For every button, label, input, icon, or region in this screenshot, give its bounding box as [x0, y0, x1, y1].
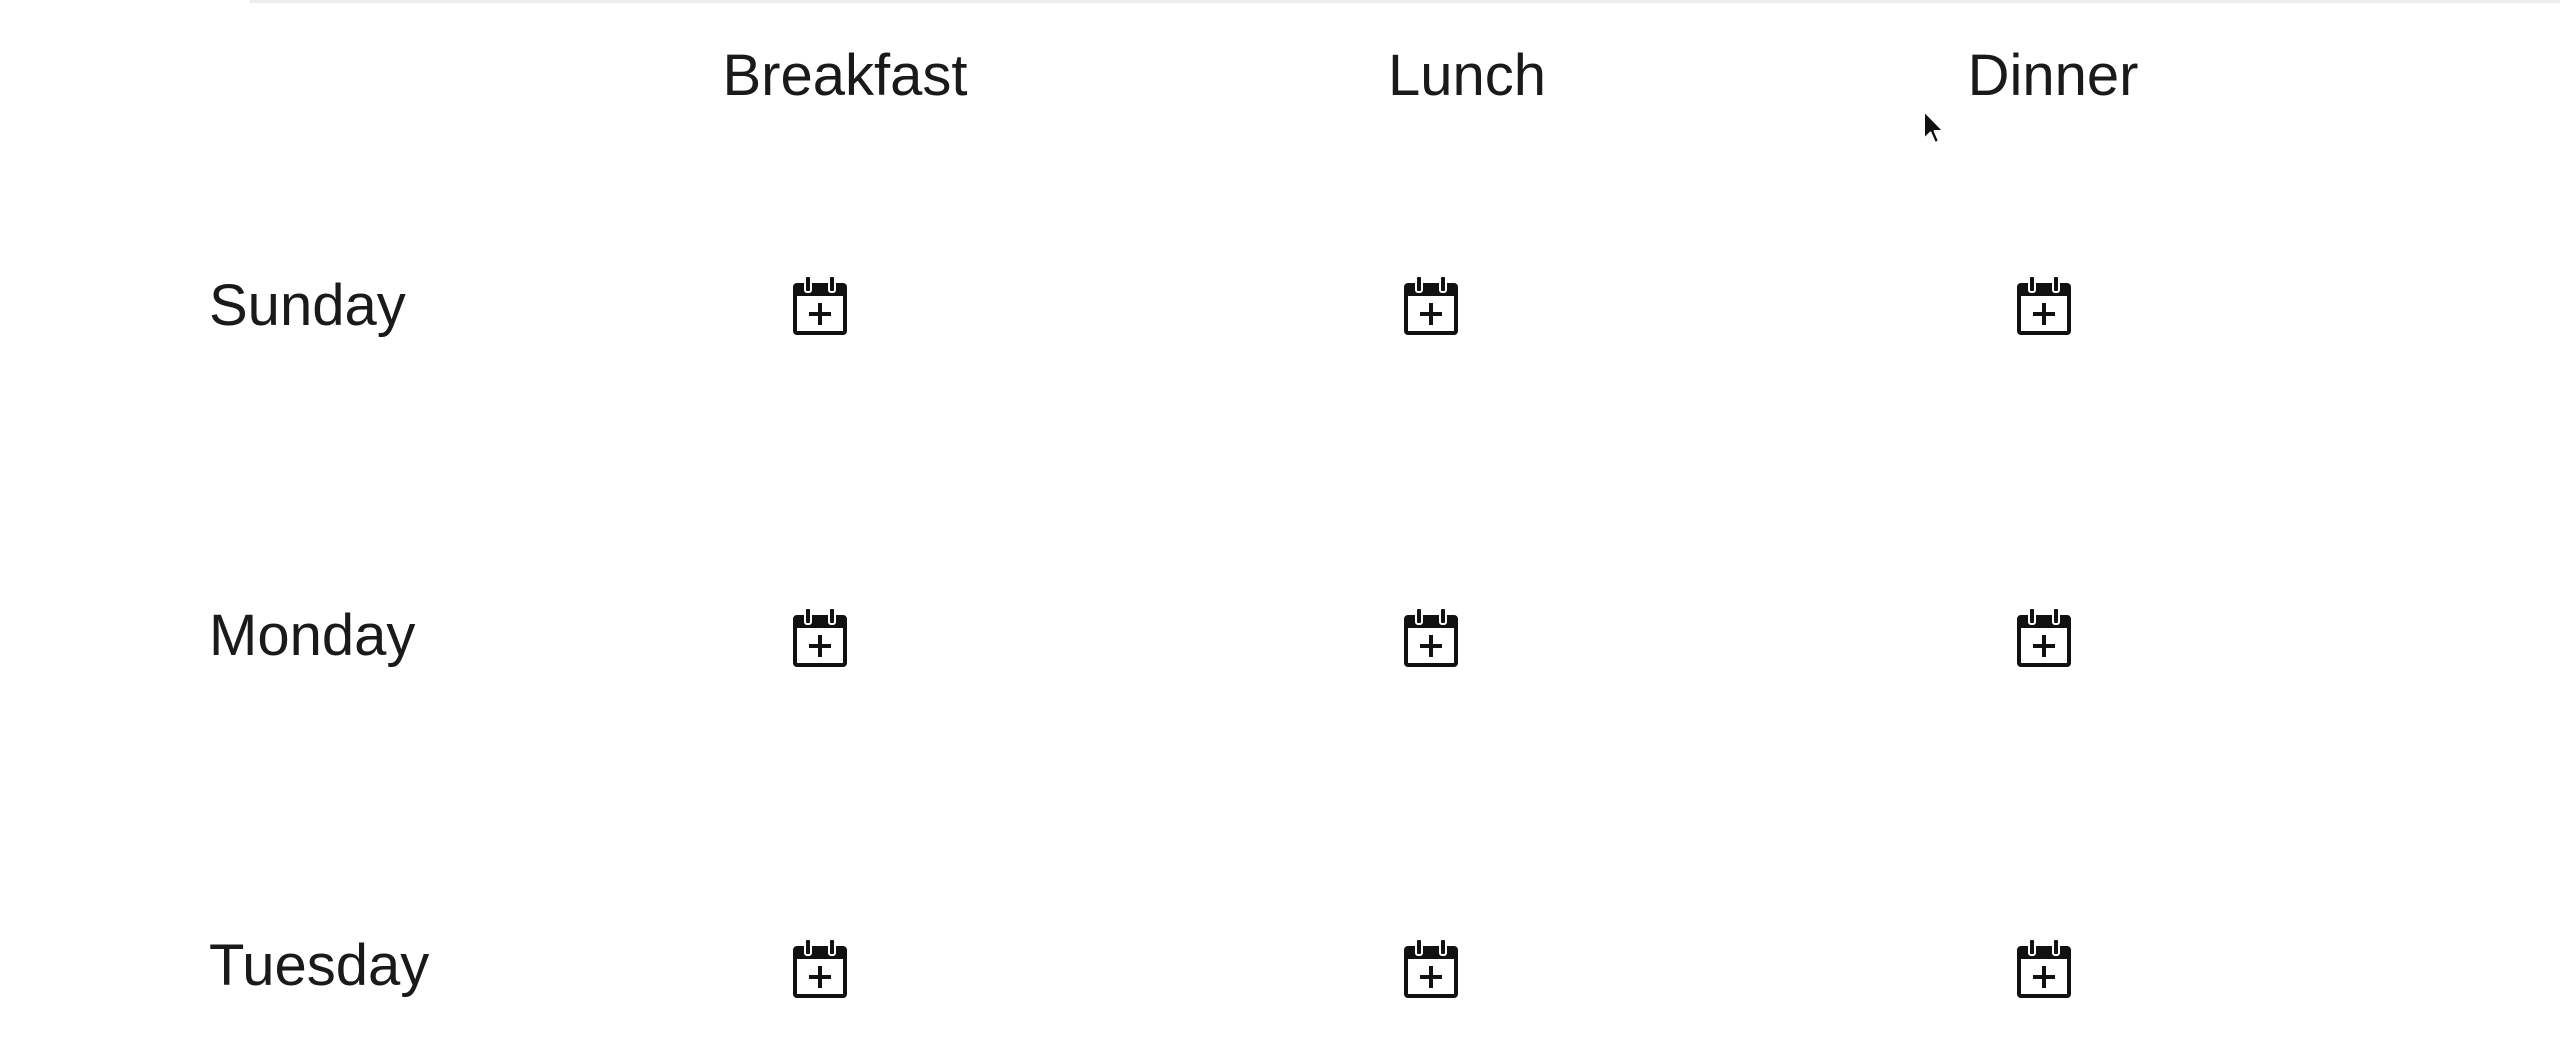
add-sunday-breakfast-button[interactable] — [790, 274, 850, 338]
header-lunch: Lunch — [1387, 43, 1547, 108]
day-sunday: Sunday — [209, 273, 406, 338]
calendar-plus-icon — [1404, 607, 1458, 667]
meal-planner: Breakfast Lunch Dinner Sunday Monday Tue… — [0, 0, 2560, 1038]
calendar-plus-icon — [1404, 938, 1458, 998]
add-tuesday-dinner-button[interactable] — [2014, 937, 2074, 1001]
top-divider — [250, 0, 2560, 3]
mouse-pointer-icon — [1923, 110, 1945, 144]
day-tuesday: Tuesday — [209, 933, 430, 998]
header-dinner: Dinner — [1967, 43, 2139, 108]
add-sunday-lunch-button[interactable] — [1401, 274, 1461, 338]
add-monday-lunch-button[interactable] — [1401, 606, 1461, 670]
header-breakfast: Breakfast — [722, 43, 968, 108]
add-tuesday-lunch-button[interactable] — [1401, 937, 1461, 1001]
calendar-plus-icon — [2017, 938, 2071, 998]
add-tuesday-breakfast-button[interactable] — [790, 937, 850, 1001]
add-sunday-dinner-button[interactable] — [2014, 274, 2074, 338]
add-monday-dinner-button[interactable] — [2014, 606, 2074, 670]
calendar-plus-icon — [793, 938, 847, 998]
add-monday-breakfast-button[interactable] — [790, 606, 850, 670]
calendar-plus-icon — [793, 275, 847, 335]
calendar-plus-icon — [1404, 275, 1458, 335]
day-monday: Monday — [209, 603, 416, 668]
calendar-plus-icon — [2017, 275, 2071, 335]
calendar-plus-icon — [2017, 607, 2071, 667]
calendar-plus-icon — [793, 607, 847, 667]
